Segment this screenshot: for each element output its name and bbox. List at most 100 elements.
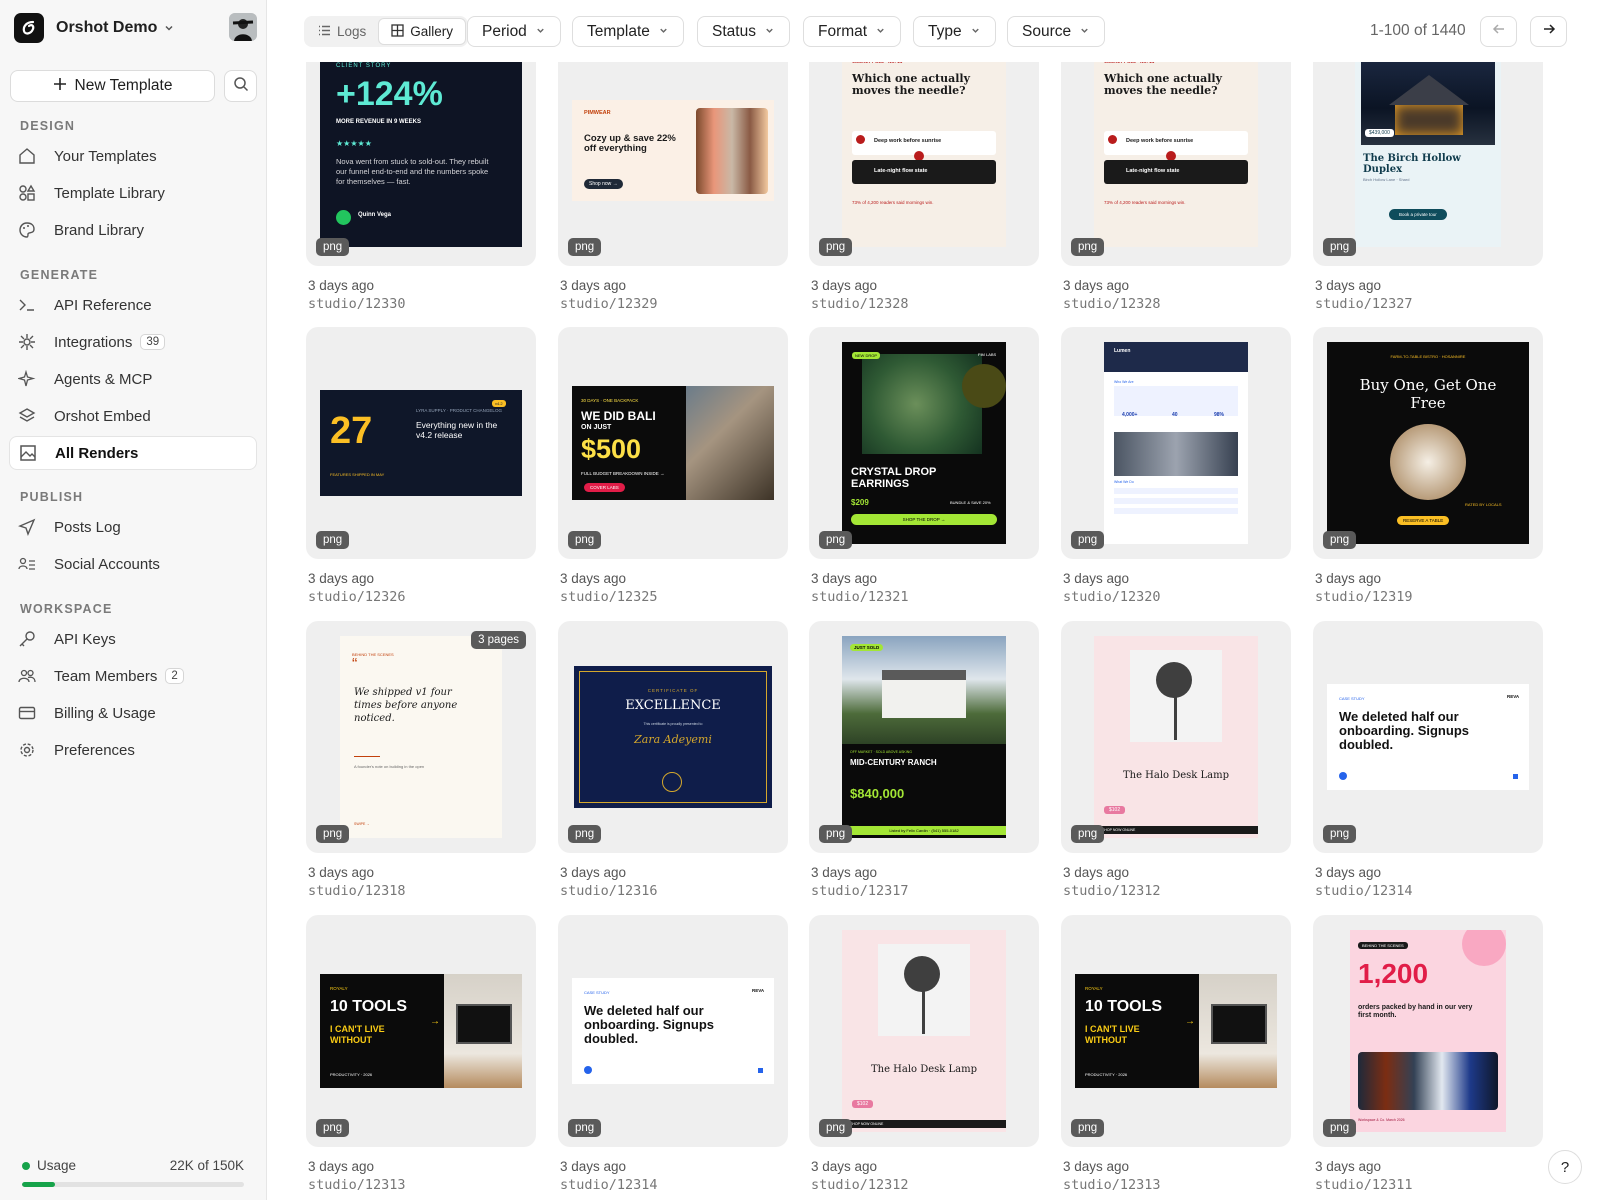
preview-shape	[662, 772, 682, 792]
render-thumbnail[interactable]: WEEKLY POLL · NO. 14 Which one actually …	[1061, 62, 1291, 266]
render-card[interactable]: PIMWEAR Cozy up & save 22% off everythin…	[558, 62, 788, 326]
format-badge: png	[819, 1119, 853, 1137]
filter-format[interactable]: Format	[803, 16, 902, 47]
next-page-button[interactable]	[1530, 16, 1567, 47]
render-card[interactable]: WEEKLY POLL · NO. 14 Which one actually …	[1061, 62, 1291, 326]
tab-logs[interactable]: Logs	[306, 18, 378, 45]
render-card[interactable]: BEHIND THE SCENES “ We shipped v1 four t…	[306, 621, 536, 913]
sidebar-item-billing-usage[interactable]: Billing & Usage	[9, 696, 257, 730]
render-card[interactable]: The Halo Desk Lamp $102 SHOP NOW ONLINE …	[1061, 621, 1291, 913]
arrow-left-icon	[1491, 21, 1507, 42]
preview-text: OFF MARKET · SOLD ABOVE ASKING	[850, 750, 912, 754]
help-button[interactable]: ?	[1548, 1150, 1582, 1184]
render-card[interactable]: COMING SOON $439,000 The Birch Hollow Du…	[1313, 62, 1543, 326]
render-thumbnail[interactable]: CASE STUDY REVA We deleted half our onbo…	[558, 915, 788, 1147]
sidebar-item-integrations[interactable]: Integrations 39	[9, 325, 257, 359]
sidebar-item-posts-log[interactable]: Posts Log	[9, 510, 257, 544]
render-thumbnail[interactable]: COMING SOON $439,000 The Birch Hollow Du…	[1313, 62, 1543, 266]
preview-shape	[1114, 508, 1238, 514]
preview-text: orders packed by hand in our very first …	[1358, 1004, 1473, 1019]
render-card[interactable]: JUST SOLD OFF MARKET · SOLD ABOVE ASKING…	[809, 621, 1039, 913]
render-card[interactable]: 30 DAYS · ONE BACKPACK WE DID BALI ON JU…	[558, 327, 788, 619]
render-thumbnail[interactable]: ROYALY 10 TOOLS I CAN'T LIVE WITHOUT PRO…	[306, 915, 536, 1147]
render-thumbnail[interactable]: CASE STUDY REVA We deleted half our onbo…	[1313, 621, 1543, 853]
render-card[interactable]: CASE STUDY REVA We deleted half our onbo…	[1313, 621, 1543, 913]
sidebar-item-social-accounts[interactable]: Social Accounts	[9, 547, 257, 581]
filter-type[interactable]: Type	[913, 16, 996, 47]
prev-page-button[interactable]	[1480, 16, 1517, 47]
render-card[interactable]: BEHIND THE SCENES 1,200 orders packed by…	[1313, 915, 1543, 1200]
filter-label: Format	[818, 22, 868, 40]
render-thumbnail[interactable]: BEHIND THE SCENES “ We shipped v1 four t…	[306, 621, 536, 853]
render-preview-case: CASE STUDY REVA We deleted half our onbo…	[572, 978, 774, 1084]
render-thumbnail[interactable]: WEEKLY POLL · NO. 14 Which one actually …	[809, 62, 1039, 266]
render-thumbnail[interactable]: PIMWEAR Cozy up & save 22% off everythin…	[558, 62, 788, 266]
new-template-button[interactable]: New Template	[10, 70, 215, 102]
render-thumbnail[interactable]: CLIENT STORY +124% MORE REVENUE IN 9 WEE…	[306, 62, 536, 266]
sidebar-item-orshot-embed[interactable]: Orshot Embed	[9, 399, 257, 433]
sidebar-item-your-templates[interactable]: Your Templates	[9, 139, 257, 173]
format-badge: png	[819, 825, 853, 843]
render-card[interactable]: WEEKLY POLL · NO. 14 Which one actually …	[809, 62, 1039, 326]
render-card[interactable]: NEW DROP FIM LABS CRYSTAL DROP EARRINGS …	[809, 327, 1039, 619]
filter-template[interactable]: Template	[572, 16, 684, 47]
render-id: studio/12317	[811, 883, 909, 899]
render-thumbnail[interactable]: CERTIFICATE OF EXCELLENCE This certifica…	[558, 621, 788, 853]
key-icon	[18, 630, 36, 648]
render-card[interactable]: ROYALY 10 TOOLS I CAN'T LIVE WITHOUT PRO…	[1061, 915, 1291, 1200]
render-card[interactable]: FARM-TO-TABLE BISTRO · HOSANNIRE Buy One…	[1313, 327, 1543, 619]
avatar[interactable]	[229, 13, 257, 41]
chevron-down-icon	[970, 23, 981, 41]
render-thumbnail[interactable]: BEHIND THE SCENES 1,200 orders packed by…	[1313, 915, 1543, 1147]
filter-status[interactable]: Status	[697, 16, 790, 47]
render-thumbnail[interactable]: The Halo Desk Lamp $102 SHOP NOW ONLINE …	[809, 915, 1039, 1147]
integrations-icon	[18, 333, 36, 351]
sidebar-item-api-reference[interactable]: API Reference	[9, 288, 257, 322]
filter-period[interactable]: Period	[467, 16, 561, 47]
preview-text: 27	[330, 410, 373, 452]
sidebar-item-all-renders[interactable]: All Renders	[9, 436, 257, 470]
sidebar-item-preferences[interactable]: Preferences	[9, 733, 257, 767]
render-thumbnail[interactable]: ROYALY 10 TOOLS I CAN'T LIVE WITHOUT PRO…	[1061, 915, 1291, 1147]
render-card[interactable]: ROYALY 10 TOOLS I CAN'T LIVE WITHOUT PRO…	[306, 915, 536, 1200]
sidebar-item-api-keys[interactable]: API Keys	[9, 622, 257, 656]
render-thumbnail[interactable]: FARM-TO-TABLE BISTRO · HOSANNIRE Buy One…	[1313, 327, 1543, 559]
sidebar-item-label: Posts Log	[54, 518, 121, 536]
render-id: studio/12328	[1063, 296, 1161, 312]
preview-text: Which one actually moves the needle?	[852, 72, 970, 97]
sidebar-item-template-library[interactable]: Template Library	[9, 176, 257, 210]
filter-source[interactable]: Source	[1007, 16, 1106, 47]
render-thumbnail[interactable]: The Halo Desk Lamp $102 SHOP NOW ONLINE …	[1061, 621, 1291, 853]
render-card[interactable]: Lumen Who We Are 4,000+ 40 98% What We D…	[1061, 327, 1291, 619]
render-thumbnail[interactable]: JUST SOLD OFF MARKET · SOLD ABOVE ASKING…	[809, 621, 1039, 853]
render-thumbnail[interactable]: Lumen Who We Are 4,000+ 40 98% What We D…	[1061, 327, 1291, 559]
pagination-text: 1-100 of 1440	[1370, 22, 1466, 39]
render-id: studio/12328	[811, 296, 909, 312]
sidebar-item-label: Your Templates	[54, 147, 157, 165]
render-thumbnail[interactable]: 30 DAYS · ONE BACKPACK WE DID BALI ON JU…	[558, 327, 788, 559]
sidebar-item-agents-mcp[interactable]: Agents & MCP	[9, 362, 257, 396]
format-badge: png	[568, 531, 602, 549]
toolbar: Logs Gallery Period Template Status Format T…	[267, 0, 1600, 62]
render-card[interactable]: The Halo Desk Lamp $102 SHOP NOW ONLINE …	[809, 915, 1039, 1200]
render-card[interactable]: CERTIFICATE OF EXCELLENCE This certifica…	[558, 621, 788, 913]
render-card[interactable]: CASE STUDY REVA We deleted half our onbo…	[558, 915, 788, 1200]
render-thumbnail[interactable]: 27 LYRA SUPPLY · PRODUCT CHANGELOG Every…	[306, 327, 536, 559]
sidebar-item-brand-library[interactable]: Brand Library	[9, 213, 257, 247]
render-thumbnail[interactable]: NEW DROP FIM LABS CRYSTAL DROP EARRINGS …	[809, 327, 1039, 559]
tab-gallery[interactable]: Gallery	[378, 18, 467, 45]
palette-icon	[18, 221, 36, 239]
render-card[interactable]: 27 LYRA SUPPLY · PRODUCT CHANGELOG Every…	[306, 327, 536, 619]
preview-text: $209	[851, 498, 869, 507]
sidebar-item-label: Team Members	[54, 667, 158, 685]
workspace-switcher[interactable]: Orshot Demo	[12, 10, 257, 46]
preview-text: $439,000	[1365, 129, 1394, 137]
sidebar-item-team-members[interactable]: Team Members 2	[9, 659, 257, 693]
search-button[interactable]	[224, 70, 257, 102]
render-card[interactable]: CLIENT STORY +124% MORE REVENUE IN 9 WEE…	[306, 62, 536, 326]
chevron-down-icon	[1079, 23, 1090, 41]
preview-text: What We Do	[1114, 480, 1134, 484]
preview-text: ON JUST	[581, 424, 612, 431]
preview-shape	[962, 364, 1006, 408]
preview-text: The Birch Hollow Duplex	[1363, 153, 1461, 175]
